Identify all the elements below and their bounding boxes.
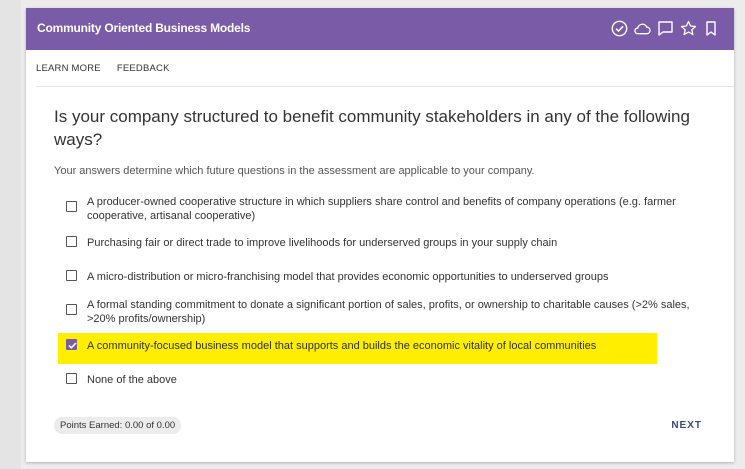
option-label: A micro-distribution or micro-franchisin… bbox=[87, 271, 609, 283]
section-title: Community Oriented Business Models bbox=[37, 21, 251, 35]
option-producer-cooperative[interactable]: A producer-owned cooperative structure i… bbox=[66, 195, 706, 223]
checkbox[interactable] bbox=[66, 373, 77, 384]
checkbox[interactable] bbox=[66, 201, 77, 212]
option-label: Purchasing fair or direct trade to impro… bbox=[87, 237, 558, 249]
toolbar: LEARN MORE FEEDBACK bbox=[36, 50, 734, 87]
checkbox[interactable] bbox=[66, 304, 77, 315]
option-charitable-commitment[interactable]: A formal standing commitment to donate a… bbox=[66, 298, 706, 326]
option-label: A formal standing commitment to donate a… bbox=[87, 299, 690, 325]
star-icon[interactable] bbox=[679, 17, 697, 39]
left-panel bbox=[0, 0, 21, 469]
option-community-focused[interactable]: A community-focused business model that … bbox=[66, 339, 706, 353]
cloud-icon[interactable] bbox=[633, 17, 651, 39]
next-button[interactable]: NEXT bbox=[671, 420, 702, 431]
learn-more-link[interactable]: LEARN MORE bbox=[36, 63, 101, 74]
checkbox[interactable] bbox=[66, 270, 77, 281]
feedback-link[interactable]: FEEDBACK bbox=[117, 63, 170, 74]
checkbox[interactable] bbox=[66, 236, 77, 247]
question-card: Community Oriented Business Models LEARN… bbox=[26, 8, 734, 462]
checkbox-checked[interactable] bbox=[66, 339, 77, 350]
option-micro-distribution[interactable]: A micro-distribution or micro-franchisin… bbox=[66, 270, 706, 284]
question-subtext: Your answers determine which future ques… bbox=[54, 165, 535, 177]
option-label: A producer-owned cooperative structure i… bbox=[87, 196, 676, 222]
bookmark-icon[interactable] bbox=[702, 17, 720, 39]
question-text: Is your company structured to benefit co… bbox=[54, 107, 690, 149]
option-label: None of the above bbox=[87, 374, 177, 386]
option-label: A community-focused business model that … bbox=[87, 340, 597, 352]
option-none-of-above[interactable]: None of the above bbox=[66, 373, 706, 387]
card-header: Community Oriented Business Models bbox=[26, 8, 734, 50]
checkmark-icon bbox=[68, 342, 77, 349]
header-icons bbox=[610, 17, 720, 39]
points-earned-badge: Points Earned: 0.00 of 0.00 bbox=[54, 417, 182, 434]
comment-icon[interactable] bbox=[656, 17, 674, 39]
option-fair-trade[interactable]: Purchasing fair or direct trade to impro… bbox=[66, 236, 706, 250]
check-circle-icon[interactable] bbox=[610, 17, 628, 39]
